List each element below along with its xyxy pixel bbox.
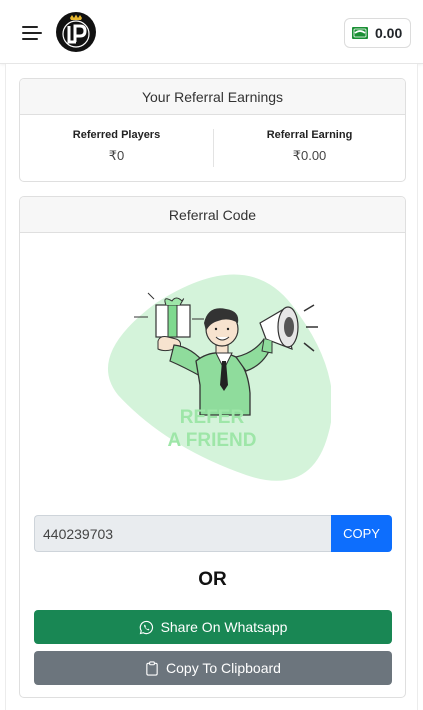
- referral-code-group: COPY: [34, 515, 392, 552]
- earnings-stats: Referred Players ₹0 Referral Earning ₹0.…: [20, 115, 405, 181]
- refer-a-friend-illustration: REFER A FRIEND: [108, 274, 331, 481]
- cash-icon: [352, 27, 368, 39]
- referral-earnings-card: Your Referral Earnings Referred Players …: [19, 78, 406, 182]
- referral-code-card: Referral Code REFER A FRIEND 440239703 C…: [19, 196, 406, 698]
- referral-code-title: Referral Code: [20, 197, 405, 233]
- app-header: 0.00: [0, 0, 423, 64]
- referred-players-value: ₹0: [108, 148, 125, 163]
- app-logo[interactable]: [56, 12, 96, 52]
- hamburger-menu-icon[interactable]: [22, 24, 44, 42]
- copy-to-clipboard-button[interactable]: Copy To Clipboard: [34, 651, 392, 685]
- or-separator: OR: [198, 569, 227, 590]
- wallet-balance-button[interactable]: 0.00: [344, 18, 411, 48]
- referral-code-input[interactable]: [34, 515, 331, 552]
- illustration-text-line2: A FRIEND: [167, 430, 256, 451]
- referral-earning-stat: Referral Earning ₹0.00: [213, 115, 405, 181]
- referral-earning-value: ₹0.00: [292, 148, 327, 163]
- wallet-amount: 0.00: [375, 25, 403, 41]
- referred-players-label: Referred Players: [72, 129, 161, 141]
- referral-earning-label: Referral Earning: [266, 129, 353, 141]
- clipboard-icon: [146, 660, 158, 676]
- referral-earnings-title: Your Referral Earnings: [20, 79, 405, 115]
- illustration-text-line1: REFER: [180, 407, 245, 428]
- referred-players-stat: Referred Players ₹0: [20, 115, 213, 181]
- share-whatsapp-label: Share On Whatsapp: [160, 619, 288, 635]
- whatsapp-icon: [139, 620, 153, 634]
- copy-to-clipboard-label: Copy To Clipboard: [166, 660, 281, 676]
- share-whatsapp-button[interactable]: Share On Whatsapp: [34, 610, 392, 644]
- copy-code-button[interactable]: COPY: [331, 515, 392, 552]
- logo-icon: [62, 14, 90, 48]
